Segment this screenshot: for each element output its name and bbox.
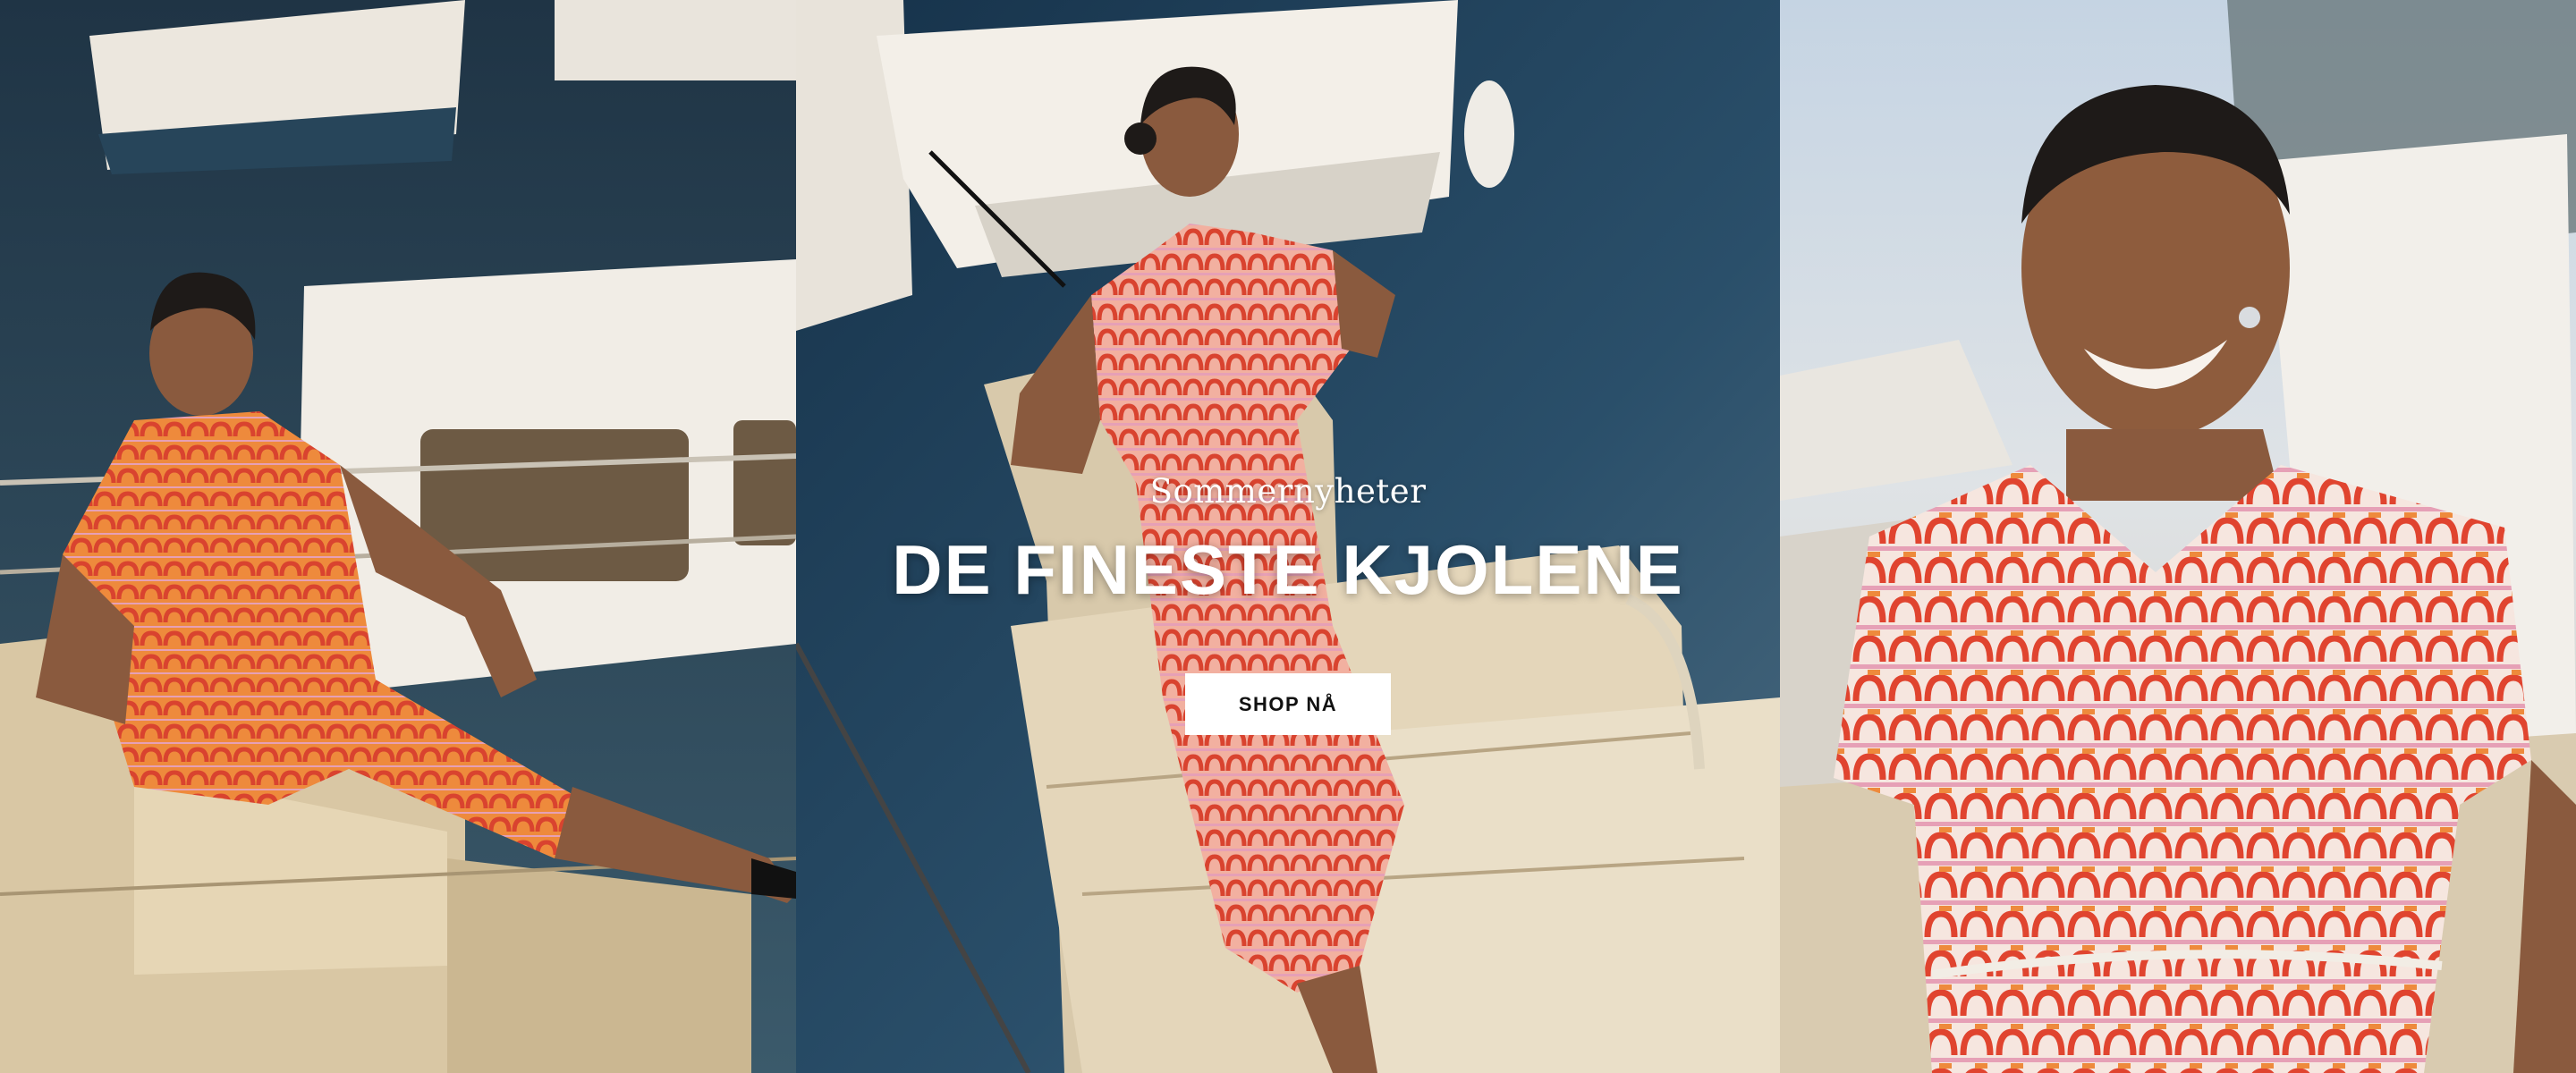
hero-image-center[interactable] [796, 0, 1780, 1073]
photo-center [796, 0, 1780, 1073]
hero-image-left[interactable] [0, 0, 796, 1073]
photo-right [1780, 0, 2576, 1073]
shop-now-button[interactable]: SHOP NÅ [1185, 673, 1391, 735]
photo-left [0, 0, 796, 1073]
hero-image-right[interactable] [1780, 0, 2576, 1073]
hero-banner[interactable]: Sommernyheter DE FINESTE KJOLENE SHOP NÅ [0, 0, 2576, 1073]
